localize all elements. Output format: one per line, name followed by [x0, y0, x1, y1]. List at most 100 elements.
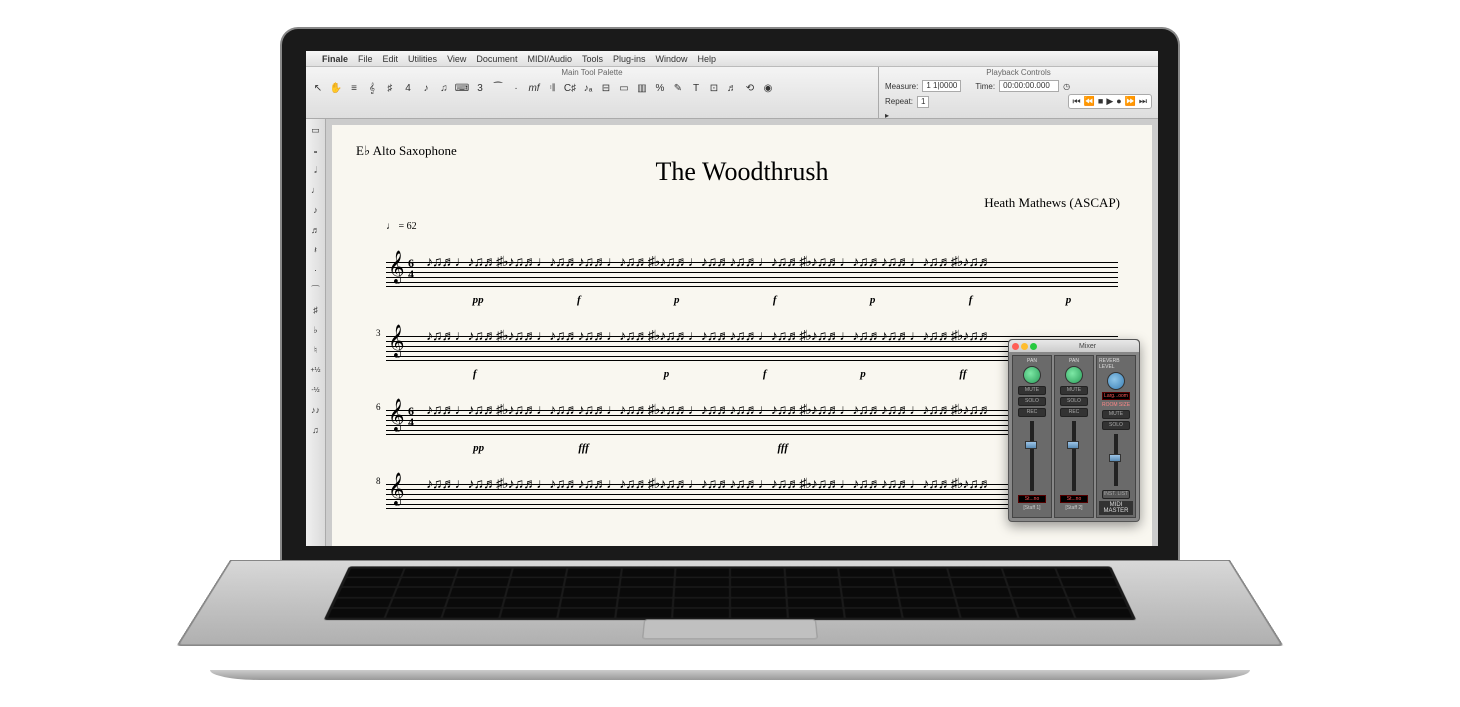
- page-view-tool[interactable]: ▭: [309, 123, 323, 137]
- treble-clef-icon: 𝄞: [388, 400, 405, 432]
- lyrics-tool[interactable]: ♪ₐ: [580, 80, 596, 96]
- menu-utilities[interactable]: Utilities: [408, 54, 437, 64]
- mute-button-2[interactable]: MUTE: [1060, 386, 1088, 395]
- laptop-trackpad: [642, 619, 818, 639]
- pan-knob-2[interactable]: [1065, 366, 1083, 384]
- expression-tool[interactable]: mf: [526, 80, 542, 96]
- repeat-tool[interactable]: 𝄇: [544, 80, 560, 96]
- octave-up-tool[interactable]: +½: [309, 363, 323, 377]
- selection-tool[interactable]: ↖: [310, 80, 326, 96]
- tuplet-tool-side[interactable]: ♫: [309, 423, 323, 437]
- fader-knob-2[interactable]: [1067, 441, 1079, 449]
- dot-tool[interactable]: ·: [309, 263, 323, 277]
- pan-knob-1[interactable]: [1023, 366, 1041, 384]
- eighth-note-tool[interactable]: ♪: [309, 203, 323, 217]
- room-display[interactable]: Larg...oom: [1102, 392, 1130, 400]
- music-notes[interactable]: ♪♫♬♩♪♫♬♯♭♪♫♬♩♪♫♬♪♫♬♩♪♫♬♯♭♪♫♬♩♪♫♬♪♫♬♩♪♫♬♯…: [426, 254, 1118, 294]
- minimize-icon[interactable]: [1021, 343, 1028, 350]
- rest-tool[interactable]: 𝄽: [309, 243, 323, 257]
- play-icon[interactable]: ▶: [1106, 96, 1113, 107]
- rec-button-1[interactable]: REC: [1018, 408, 1046, 417]
- master-mute-button[interactable]: MUTE: [1102, 410, 1130, 419]
- zoom-icon[interactable]: [1030, 343, 1037, 350]
- fader-knob-1[interactable]: [1025, 441, 1037, 449]
- inst-list-button[interactable]: INST. LIST: [1102, 490, 1130, 499]
- record-icon[interactable]: ●: [1116, 96, 1121, 107]
- page-tool[interactable]: ▥: [634, 80, 650, 96]
- pan-label: PAN: [1027, 358, 1037, 364]
- time-tool[interactable]: 4: [400, 80, 416, 96]
- graphics-tool[interactable]: ◉: [760, 80, 776, 96]
- whole-note-tool[interactable]: 𝅝: [309, 143, 323, 157]
- octave-down-tool[interactable]: -½: [309, 383, 323, 397]
- master-fader-knob[interactable]: [1109, 454, 1121, 462]
- channel-display-2[interactable]: St...no: [1060, 495, 1088, 503]
- tuplet-tool[interactable]: 3: [472, 80, 488, 96]
- menu-plugins[interactable]: Plug-ins: [613, 54, 646, 64]
- note-tool[interactable]: ♪: [418, 80, 434, 96]
- tie-tool[interactable]: ⁀: [309, 283, 323, 297]
- resize-tool[interactable]: %: [652, 80, 668, 96]
- fader-2[interactable]: [1072, 421, 1076, 491]
- sixteenth-note-tool[interactable]: ♬: [309, 223, 323, 237]
- score-viewport[interactable]: E♭ Alto Saxophone The Woodthrush Heath M…: [326, 119, 1158, 546]
- flat-tool[interactable]: ♭: [309, 323, 323, 337]
- menu-help[interactable]: Help: [698, 54, 717, 64]
- channel-display-1[interactable]: St...no: [1018, 495, 1046, 503]
- master-solo-button[interactable]: SOLO: [1102, 421, 1130, 430]
- forward-end-icon[interactable]: ⏭: [1139, 96, 1147, 107]
- stop-icon[interactable]: ■: [1098, 96, 1103, 107]
- menu-document[interactable]: Document: [476, 54, 517, 64]
- menu-edit[interactable]: Edit: [383, 54, 399, 64]
- mixer-window[interactable]: Mixer PAN MUTE SOLO REC St...no: [1008, 339, 1140, 522]
- special-tool[interactable]: ✎: [670, 80, 686, 96]
- articulation-tool[interactable]: ·: [508, 80, 524, 96]
- forward-icon[interactable]: ⏩: [1125, 96, 1136, 107]
- main-tool-palette: Main Tool Palette ↖ ✋ ≡ 𝄞 ♯ 4 ♪ ♫ ⌨ 3 ⁀ …: [306, 67, 878, 119]
- menu-midi-audio[interactable]: MIDI/Audio: [527, 54, 572, 64]
- key-tool[interactable]: ♯: [382, 80, 398, 96]
- close-icon[interactable]: [1012, 343, 1019, 350]
- menu-file[interactable]: File: [358, 54, 373, 64]
- half-note-tool[interactable]: 𝅗𝅥: [309, 163, 323, 177]
- app-menu[interactable]: Finale: [322, 54, 348, 64]
- mixer-channel-1: PAN MUTE SOLO REC St...no [Staff 1]: [1012, 355, 1052, 518]
- quarter-note-tool[interactable]: ♩: [309, 183, 323, 197]
- measure-tool[interactable]: ⊟: [598, 80, 614, 96]
- grace-tool[interactable]: ♪♪: [309, 403, 323, 417]
- rewind-start-icon[interactable]: ⏮: [1073, 96, 1081, 107]
- repeat-field[interactable]: 1: [917, 96, 929, 108]
- menu-view[interactable]: View: [447, 54, 466, 64]
- speedy-tool[interactable]: ♫: [436, 80, 452, 96]
- selection2-tool[interactable]: ▭: [616, 80, 632, 96]
- mixer-titlebar[interactable]: Mixer: [1009, 340, 1139, 352]
- mute-button-1[interactable]: MUTE: [1018, 386, 1046, 395]
- staff-system[interactable]: 𝄞 64 ♪♫♬♩♪♫♬♯♭♪♫♬♩♪♫♬♪♫♬♩♪♫♬♯♭♪♫♬♩♪♫♬♪♫♬…: [356, 244, 1128, 306]
- clock-icon[interactable]: ◷: [1063, 82, 1070, 91]
- chord-tool[interactable]: C♯: [562, 80, 578, 96]
- solo-button-2[interactable]: SOLO: [1060, 397, 1088, 406]
- rewind-icon[interactable]: ⏪: [1084, 96, 1095, 107]
- solo-button-1[interactable]: SOLO: [1018, 397, 1046, 406]
- hand-tool[interactable]: ✋: [328, 80, 344, 96]
- zoom-tool[interactable]: ⊡: [706, 80, 722, 96]
- hyperscribe-tool[interactable]: ⌨: [454, 80, 470, 96]
- score-title: The Woodthrush: [356, 157, 1128, 187]
- mixer-master: REVERB LEVEL Larg...oom ROOM SIZE MUTE S…: [1096, 355, 1136, 518]
- time-field[interactable]: 00:00:00.000: [999, 80, 1059, 92]
- ossia-tool[interactable]: ♬: [724, 80, 740, 96]
- smartshape-tool[interactable]: ⁀: [490, 80, 506, 96]
- mirror-tool[interactable]: ⟲: [742, 80, 758, 96]
- measure-field[interactable]: 1 1|0000: [922, 80, 961, 92]
- clef-tool[interactable]: 𝄞: [364, 80, 380, 96]
- sharp-tool[interactable]: ♯: [309, 303, 323, 317]
- fader-1[interactable]: [1030, 421, 1034, 491]
- menu-window[interactable]: Window: [656, 54, 688, 64]
- natural-tool[interactable]: ♮: [309, 343, 323, 357]
- rec-button-2[interactable]: REC: [1060, 408, 1088, 417]
- text-tool[interactable]: T: [688, 80, 704, 96]
- staff-tool[interactable]: ≡: [346, 80, 362, 96]
- master-fader[interactable]: [1114, 434, 1118, 486]
- menu-tools[interactable]: Tools: [582, 54, 603, 64]
- reverb-knob[interactable]: [1107, 372, 1125, 390]
